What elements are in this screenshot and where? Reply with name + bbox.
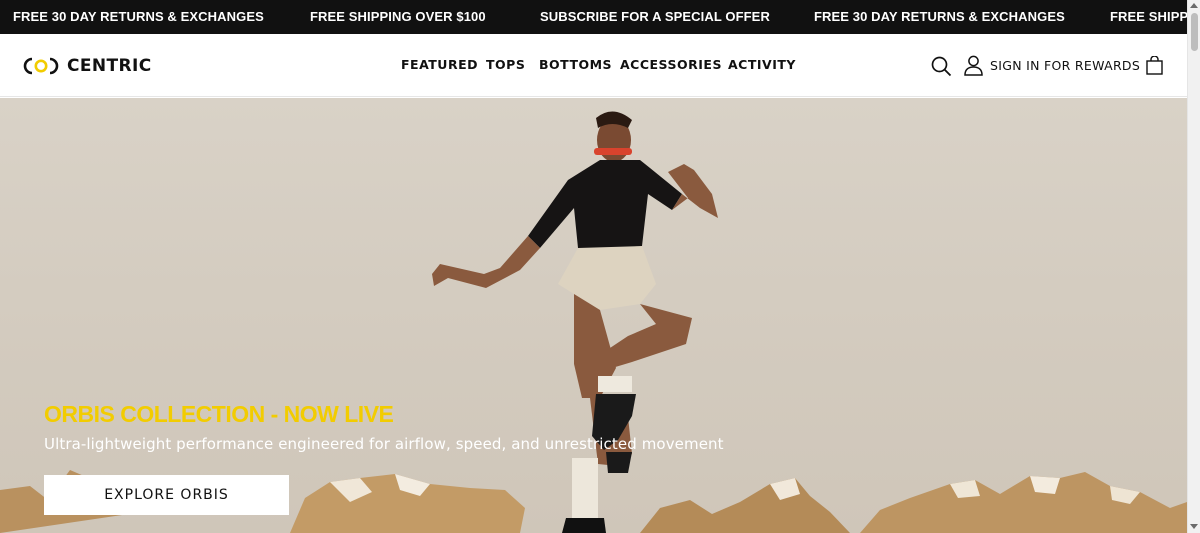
scroll-up-arrow-icon[interactable] — [1190, 3, 1198, 8]
hero-image — [0, 111, 1187, 533]
site-header: CENTRIC FEATURED TOPS BOTTOMS ACCESSORIE… — [0, 34, 1187, 97]
scroll-thumb[interactable] — [1191, 13, 1198, 51]
nav-bottoms[interactable]: BOTTOMS — [539, 57, 612, 72]
logo-mark-icon — [23, 57, 59, 75]
hero-banner: ORBIS COLLECTION - NOW LIVE Ultra-lightw… — [0, 98, 1187, 533]
hero-subtitle: Ultra-lightweight performance engineered… — [44, 435, 724, 453]
nav-accessories[interactable]: ACCESSORIES — [620, 57, 722, 72]
announcement-item[interactable]: FREE 30 DAY RETURNS & EXCHANGES — [814, 9, 1065, 24]
user-icon[interactable] — [964, 55, 983, 76]
logo-link[interactable]: CENTRIC — [23, 55, 152, 77]
nav-tops[interactable]: TOPS — [486, 57, 525, 72]
bag-icon[interactable] — [1146, 56, 1163, 75]
announcement-item[interactable]: FREE 30 DAY RETURNS & EXCHANGES — [13, 9, 264, 24]
explore-orbis-button[interactable]: EXPLORE ORBIS — [44, 475, 289, 515]
hero-title: ORBIS COLLECTION - NOW LIVE — [44, 401, 394, 427]
announcement-item[interactable]: FREE SHIPPIN — [1110, 9, 1187, 24]
athlete-figure — [432, 111, 718, 533]
nav-activity[interactable]: ACTIVITY — [728, 57, 796, 72]
page-scrollbar[interactable] — [1187, 0, 1200, 533]
search-icon[interactable] — [931, 56, 952, 77]
scroll-down-arrow-icon[interactable] — [1190, 524, 1198, 529]
announcement-item[interactable]: SUBSCRIBE FOR A SPECIAL OFFER — [540, 9, 770, 24]
announcement-bar: FREE 30 DAY RETURNS & EXCHANGES FREE SHI… — [0, 0, 1187, 34]
logo-text: CENTRIC — [67, 56, 152, 76]
announcement-item[interactable]: FREE SHIPPING OVER $100 — [310, 9, 486, 24]
nav-featured[interactable]: FEATURED — [401, 57, 478, 72]
signin-link[interactable]: SIGN IN FOR REWARDS — [990, 58, 1140, 73]
